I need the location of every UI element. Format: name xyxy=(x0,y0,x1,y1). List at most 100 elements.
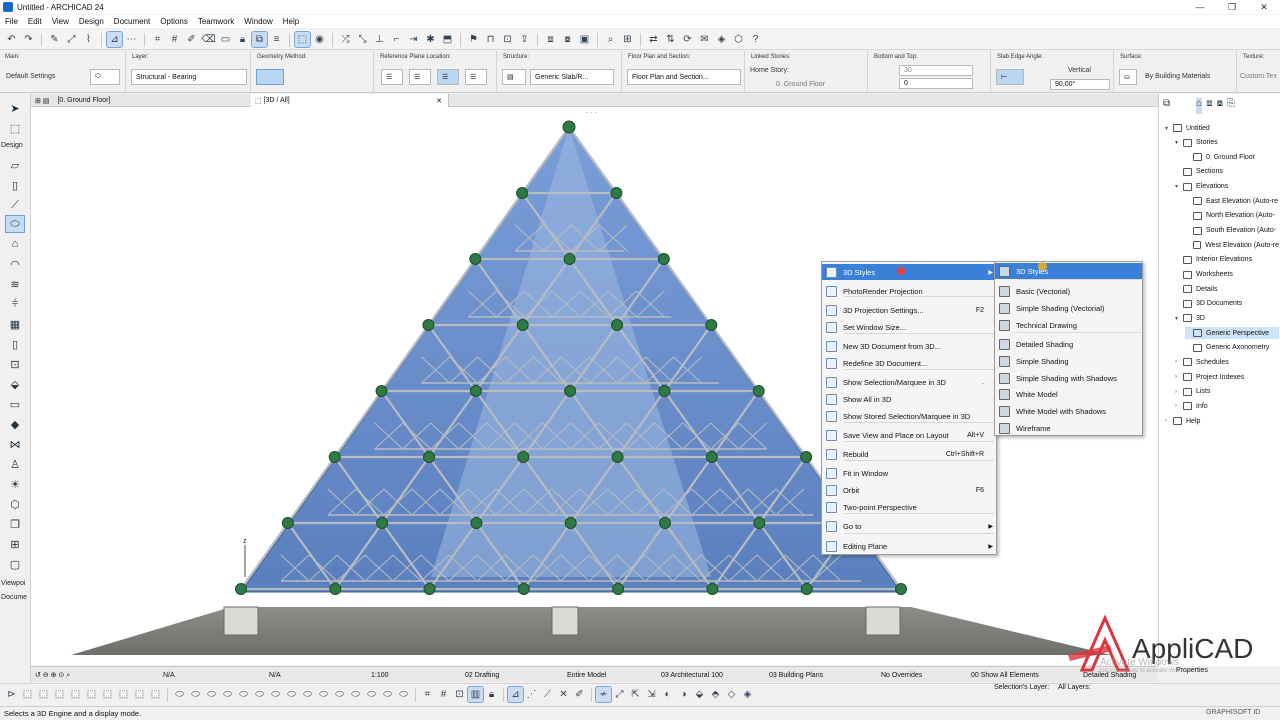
graphisoft-id[interactable]: GRAPHISOFT ID xyxy=(1206,709,1260,716)
shape12-icon[interactable]: ⬭ xyxy=(348,687,363,702)
maximize-button[interactable]: ❐ xyxy=(1216,2,1248,13)
redo-icon[interactable]: ↷ xyxy=(21,32,36,47)
shape14-icon[interactable]: ⬭ xyxy=(380,687,395,702)
box-icon[interactable]: ⬚ xyxy=(20,687,35,702)
close-tab-icon[interactable]: ✕ xyxy=(436,97,442,105)
home-story-value[interactable]: 0. Ground Floor xyxy=(776,81,825,88)
navigator-item[interactable]: Generic Perspective xyxy=(1185,327,1279,340)
help-icon[interactable]: ? xyxy=(748,32,763,47)
mep-tool-icon[interactable]: ▢ xyxy=(6,556,24,572)
context-menu-item[interactable]: Show All in 3D xyxy=(822,391,996,407)
mvo-field[interactable]: 03 Architectural 100 xyxy=(661,669,723,681)
box7-icon[interactable]: ⬚ xyxy=(116,687,131,702)
navigator-item[interactable]: Sections xyxy=(1175,166,1279,178)
elevate-icon[interactable]: ⇪ xyxy=(517,32,532,47)
lock-icon[interactable]: 🔒︎ xyxy=(235,32,250,47)
explode-icon[interactable]: ✱ xyxy=(423,32,438,47)
tool-c-icon[interactable]: ⊡ xyxy=(452,687,467,702)
tool-r-icon[interactable]: ⬘ xyxy=(708,687,723,702)
expand-toggle-icon[interactable]: ▾ xyxy=(1175,183,1183,190)
inject-icon[interactable]: ⤢ xyxy=(64,32,79,47)
navigator-item[interactable]: Details xyxy=(1175,283,1279,295)
curtain-wall-tool-icon[interactable]: ▦ xyxy=(6,316,24,332)
menu-file[interactable]: File xyxy=(0,17,23,26)
navigator-item[interactable]: › Schedules xyxy=(1175,356,1279,368)
context-menu-item[interactable]: Editing Plane ▶ xyxy=(822,538,996,554)
edge-vertical-button[interactable]: ⊢ xyxy=(996,69,1024,85)
shape6-icon[interactable]: ⬭ xyxy=(252,687,267,702)
project-map-icon[interactable]: ⌂ xyxy=(1196,98,1203,114)
slab-favorites-button[interactable]: ⬭ xyxy=(90,69,120,85)
box8-icon[interactable]: ⬚ xyxy=(132,687,147,702)
share-icon[interactable]: ⬡ xyxy=(731,32,746,47)
angle-field[interactable]: 90,00° xyxy=(1050,79,1110,90)
find-select-icon[interactable]: ⌕ xyxy=(603,32,618,47)
expand-toggle-icon[interactable]: › xyxy=(1175,374,1183,380)
image-icon[interactable]: ▣ xyxy=(577,32,592,47)
context-menu-item[interactable]: 3D Styles ▶ xyxy=(822,264,996,280)
intersect-icon[interactable]: ⊥ xyxy=(372,32,387,47)
tool-f-icon[interactable]: ⊿ xyxy=(507,686,524,703)
navigator-item[interactable]: ▾ Untitled xyxy=(1165,122,1279,134)
menu-edit[interactable]: Edit xyxy=(23,17,47,26)
pencil-icon[interactable]: ✐ xyxy=(184,32,199,47)
context-menu-item[interactable]: PhotoRender Projection xyxy=(822,283,996,299)
submenu-item[interactable]: Detailed Shading xyxy=(995,336,1142,352)
select-icon[interactable]: ⊳ xyxy=(4,687,19,702)
tool-d-icon[interactable]: ▥ xyxy=(467,686,484,703)
menu-view[interactable]: View xyxy=(47,17,74,26)
distribute-icon[interactable]: ⊡ xyxy=(500,32,515,47)
navigator-item[interactable]: › Info xyxy=(1175,400,1279,412)
submenu-item[interactable]: Simple Shading (Vectorial) xyxy=(995,300,1142,316)
expand-toggle-icon[interactable]: ▾ xyxy=(1175,315,1183,322)
adjust-icon[interactable]: ⤡ xyxy=(355,32,370,47)
stair-tool-icon[interactable]: ≋ xyxy=(6,276,24,292)
tool-s-icon[interactable]: ◇ xyxy=(724,687,739,702)
renovation-field[interactable]: 00 Show All Elements xyxy=(971,669,1039,681)
tool-j-icon[interactable]: ✐ xyxy=(572,687,587,702)
eyedropper-icon[interactable]: ⌇ xyxy=(81,32,96,47)
texture-value[interactable]: Custom Tex xyxy=(1240,73,1277,80)
tool-k-icon[interactable]: ≁ xyxy=(595,686,612,703)
structure-dropdown[interactable]: Generic Slab/R... xyxy=(530,69,614,85)
box4-icon[interactable]: ⬚ xyxy=(68,687,83,702)
marquee-tool-icon[interactable]: ⬚ xyxy=(6,120,24,136)
tool-t-icon[interactable]: ◈ xyxy=(740,687,755,702)
navigator-item[interactable]: ▾ Elevations xyxy=(1175,181,1279,193)
context-menu-item[interactable]: Orbit F6 xyxy=(822,482,996,498)
expand-toggle-icon[interactable]: ▾ xyxy=(1165,125,1173,132)
shape7-icon[interactable]: ⬭ xyxy=(268,687,283,702)
context-menu-item[interactable]: 3D Projection Settings... F2 xyxy=(822,302,996,318)
teamwork-icon[interactable]: ⇄ xyxy=(646,32,661,47)
group-icon[interactable]: ⧈ xyxy=(543,32,558,47)
split-icon[interactable]: ⤮ xyxy=(338,32,353,47)
context-menu-item[interactable]: Two-point Perspective xyxy=(822,499,996,515)
navigator-item[interactable]: South Elevation (Auto- xyxy=(1185,225,1279,237)
box6-icon[interactable]: ⬚ xyxy=(100,687,115,702)
ungroup-icon[interactable]: ⧇ xyxy=(560,32,575,47)
shape3-icon[interactable]: ⬭ xyxy=(204,687,219,702)
object-tool-icon[interactable]: ♙ xyxy=(6,456,24,472)
wall-tool-icon[interactable]: ▱ xyxy=(6,157,24,173)
expand-toggle-icon[interactable]: › xyxy=(1165,418,1173,424)
window-tool-icon[interactable]: ⊡ xyxy=(6,356,24,372)
context-menu-item[interactable]: Set Window Size... xyxy=(822,319,996,335)
tab-ground-floor[interactable]: ⊞ ▤ [0. Ground Floor] xyxy=(31,94,259,107)
refplane-custom-button[interactable]: ☰ xyxy=(465,69,487,85)
suspend-groups-icon[interactable]: ⌗ xyxy=(150,32,165,47)
submenu-item[interactable]: 3D Styles xyxy=(995,263,1142,279)
shape15-icon[interactable]: ⬭ xyxy=(396,687,411,702)
navigator-item[interactable]: › Lists xyxy=(1175,386,1279,398)
minimize-button[interactable]: — xyxy=(1184,2,1216,13)
arrow-tool-icon[interactable]: ➤ xyxy=(6,100,24,116)
context-menu-item[interactable]: Redefine 3D Document... xyxy=(822,355,996,371)
view-icon[interactable]: ◉ xyxy=(312,32,327,47)
na-field-2[interactable]: N/A xyxy=(269,669,281,681)
model-filter-field[interactable]: Entire Model xyxy=(567,669,606,681)
morph-tool-icon[interactable]: ◆ xyxy=(6,416,24,432)
lamp-tool-icon[interactable]: ☀ xyxy=(6,476,24,492)
beam-tool-icon[interactable]: ⟋ xyxy=(6,197,24,213)
context-menu-item[interactable]: New 3D Document from 3D... xyxy=(822,338,996,354)
bim-icon[interactable]: ◈ xyxy=(714,32,729,47)
pick-up-icon[interactable]: ✎ xyxy=(47,32,62,47)
